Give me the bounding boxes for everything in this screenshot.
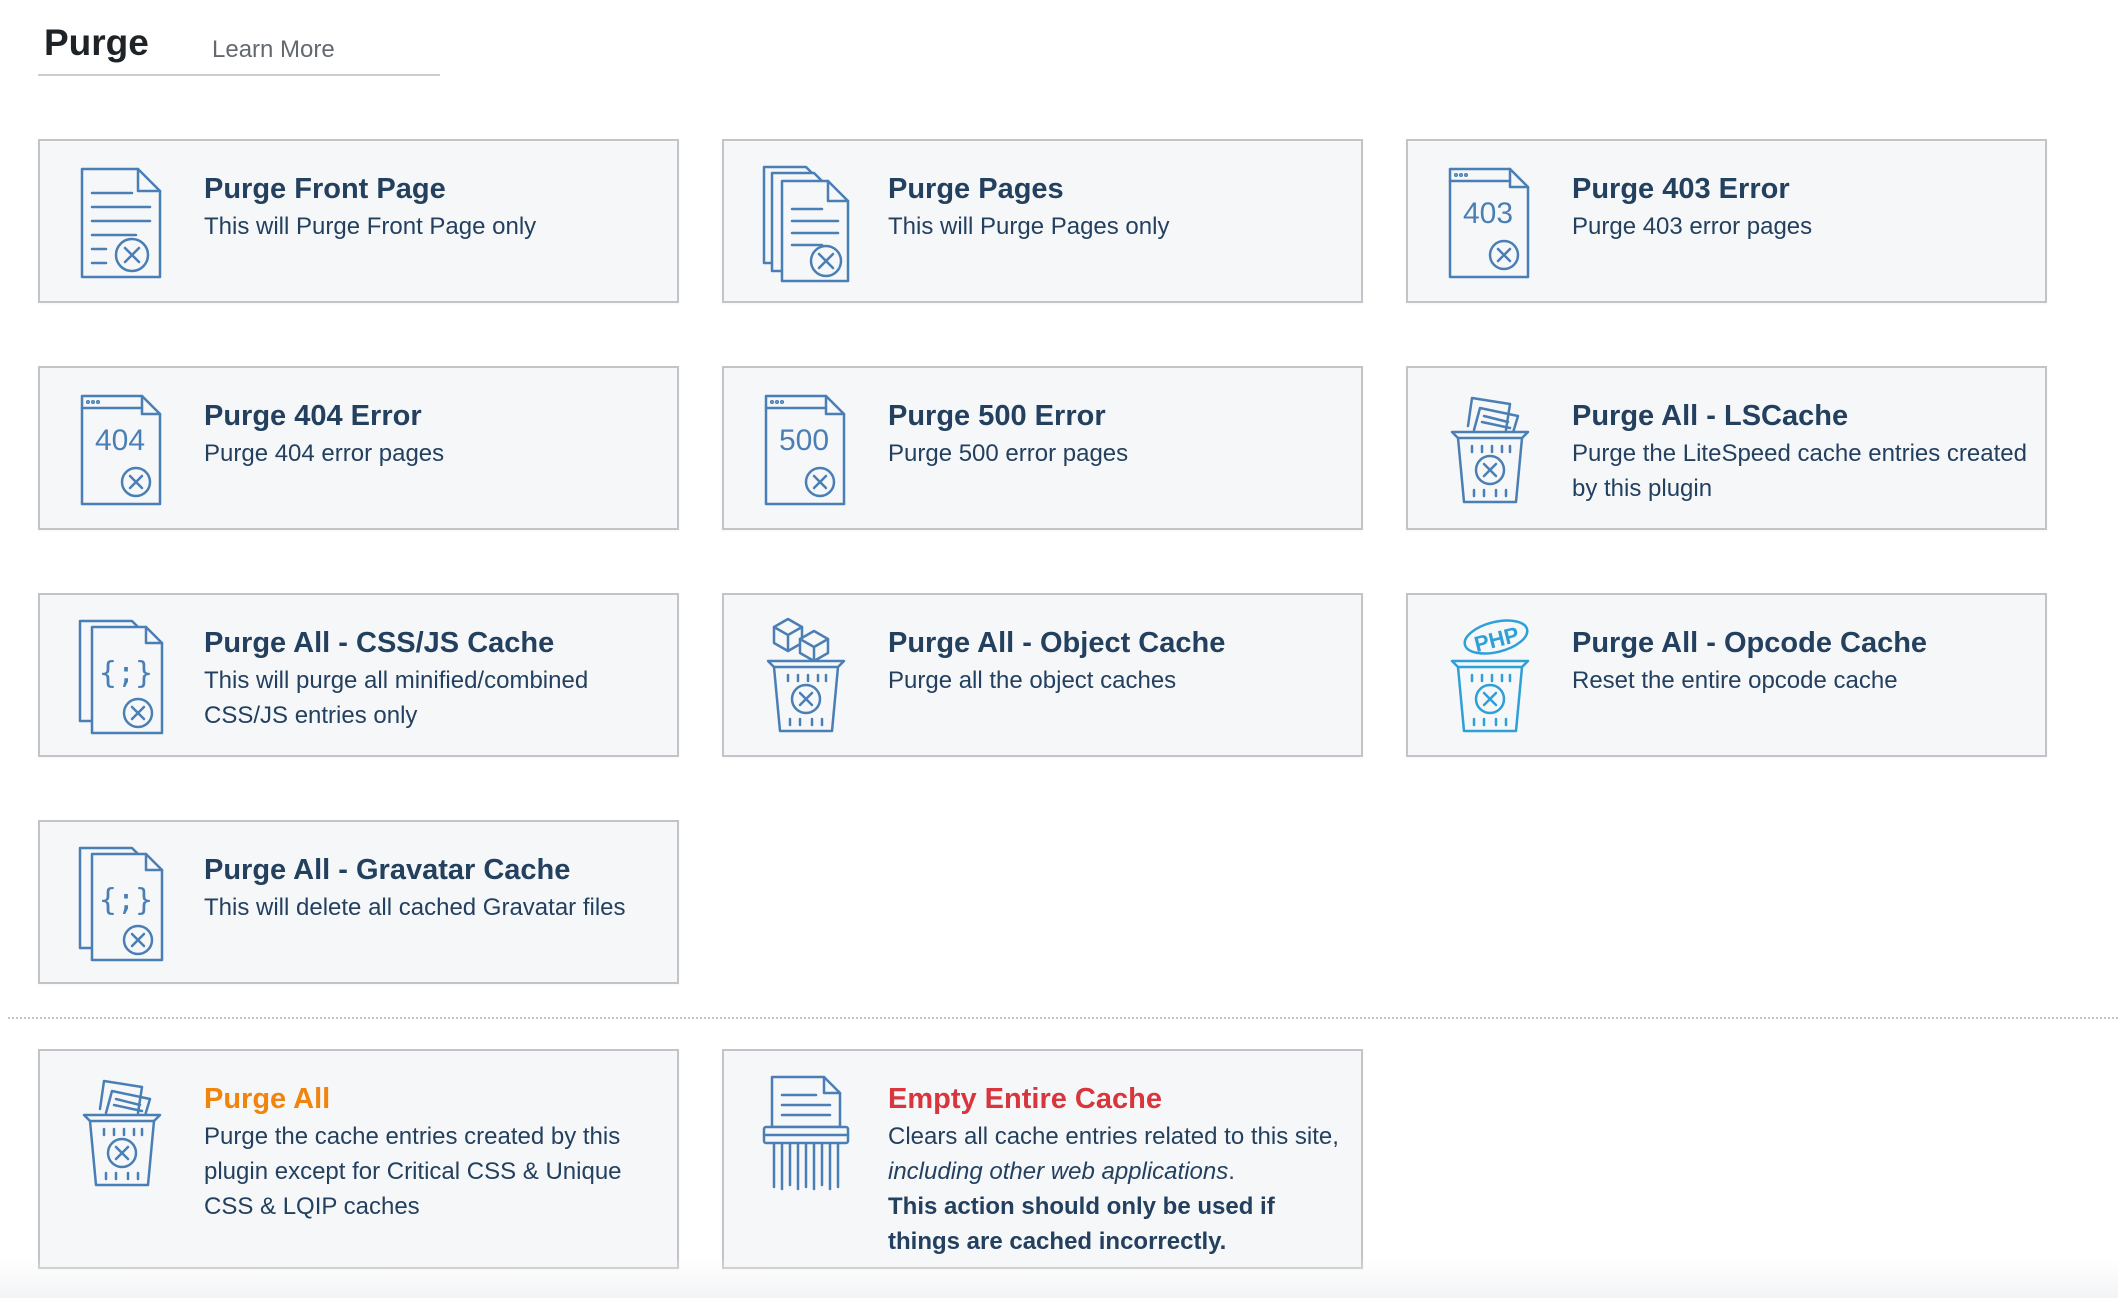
purge-all-object-cache-button[interactable]: Purge All - Object Cache Purge all the o…	[722, 593, 1363, 757]
card-title: Purge All - Gravatar Cache	[204, 854, 571, 886]
card-title: Purge 500 Error	[888, 400, 1106, 432]
card-title: Purge All - Object Cache	[888, 627, 1226, 659]
card-title: Purge Pages	[888, 173, 1064, 205]
code-files-icon: {;}	[76, 617, 168, 737]
card-description: Purge 500 error pages	[888, 440, 1129, 467]
card-description: Purge the LiteSpeed cache entries create…	[1572, 440, 2027, 502]
desc-italic: including other web applications	[888, 1158, 1229, 1185]
card-title: Purge All	[204, 1083, 331, 1115]
card-title: Purge All - LSCache	[1572, 400, 1849, 432]
card-description: Reset the entire opcode cache	[1572, 667, 1898, 694]
card-title: Purge 404 Error	[204, 400, 422, 432]
card-title: Purge Front Page	[204, 173, 446, 205]
code-files-icon: {;}	[76, 844, 168, 964]
empty-entire-cache-button[interactable]: Empty Entire Cache Clears all cache entr…	[722, 1049, 1363, 1269]
card-description: This will Purge Pages only	[888, 213, 1170, 240]
card-description: This will purge all minified/combined CS…	[204, 667, 589, 729]
purge-all-button[interactable]: Purge All Purge the cache entries create…	[38, 1049, 679, 1269]
warning-text: This action should only be used if thing…	[888, 1193, 1275, 1255]
purge-pages-icon	[760, 163, 852, 283]
card-title: Purge 403 Error	[1572, 173, 1790, 205]
php-bin-icon: PHP	[1444, 617, 1536, 737]
desc-text: .	[1228, 1158, 1235, 1185]
trash-bin-icon	[76, 1073, 168, 1193]
purge-pages-button[interactable]: Purge Pages This will Purge Pages only	[722, 139, 1363, 303]
card-title: Purge All - CSS/JS Cache	[204, 627, 555, 659]
purge-all-gravatar-cache-button[interactable]: {;} Purge All - Gravatar Cache This will…	[38, 820, 679, 984]
purge-front-page-icon	[76, 163, 168, 283]
card-description: Purge all the object caches	[888, 667, 1177, 694]
bottom-fade	[0, 1258, 2118, 1298]
header-tabs: Purge Learn More	[38, 22, 440, 76]
purge-all-opcode-cache-button[interactable]: PHP Purge All - Opcode Cache Reset the e…	[1406, 593, 2047, 757]
card-description: Purge 404 error pages	[204, 440, 445, 467]
icon-label: 403	[1463, 197, 1513, 230]
card-description: Clears all cache entries related to this…	[888, 1119, 1343, 1259]
card-description: Purge 403 error pages	[1572, 213, 1813, 240]
icon-label: 500	[779, 424, 829, 457]
error-404-icon: 404	[76, 390, 168, 510]
shredder-icon	[760, 1073, 852, 1193]
purge-all-cssjs-cache-button[interactable]: {;} Purge All - CSS/JS Cache This will p…	[38, 593, 679, 757]
error-403-icon: 403	[1444, 163, 1536, 283]
section-divider	[8, 1017, 2118, 1019]
card-title: Empty Entire Cache	[888, 1083, 1162, 1115]
purge-500-error-button[interactable]: 500 Purge 500 Error Purge 500 error page…	[722, 366, 1363, 530]
trash-bin-icon	[1444, 390, 1536, 510]
icon-label: 404	[95, 424, 145, 457]
purge-403-error-button[interactable]: 403 Purge 403 Error Purge 403 error page…	[1406, 139, 2047, 303]
page-title[interactable]: Purge	[44, 22, 149, 64]
card-description: Purge the cache entries created by this …	[204, 1123, 622, 1220]
object-cache-bin-icon	[760, 617, 852, 737]
card-title: Purge All - Opcode Cache	[1572, 627, 1928, 659]
icon-label: {;}	[99, 883, 153, 918]
purge-404-error-button[interactable]: 404 Purge 404 Error Purge 404 error page…	[38, 366, 679, 530]
card-description: This will Purge Front Page only	[204, 213, 537, 240]
icon-label: {;}	[99, 656, 153, 691]
error-500-icon: 500	[760, 390, 852, 510]
purge-all-lscache-button[interactable]: Purge All - LSCache Purge the LiteSpeed …	[1406, 366, 2047, 530]
desc-text: Clears all cache entries related to this…	[888, 1123, 1339, 1150]
learn-more-link[interactable]: Learn More	[212, 36, 335, 64]
purge-front-page-button[interactable]: Purge Front Page This will Purge Front P…	[38, 139, 679, 303]
card-description: This will delete all cached Gravatar fil…	[204, 894, 626, 921]
